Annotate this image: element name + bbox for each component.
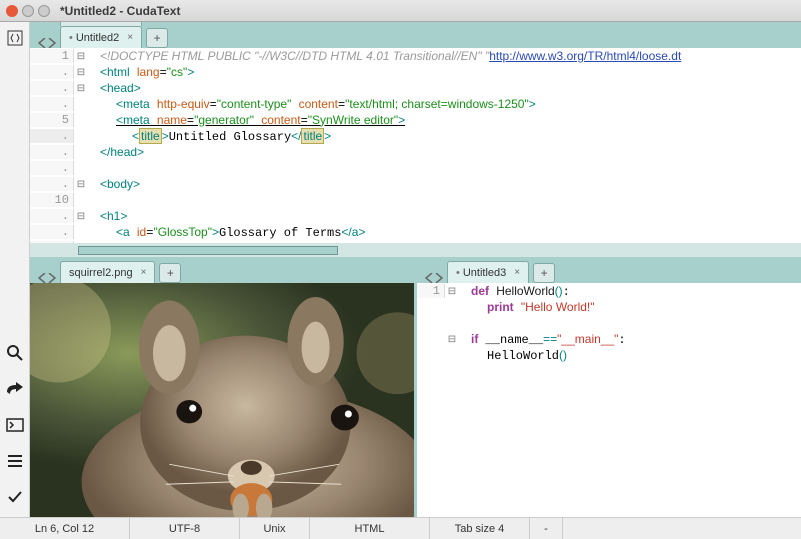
code-line[interactable]: . (30, 160, 801, 176)
tab-label: Untitled2 (76, 32, 119, 44)
fold-toggle[interactable]: ⊟ (445, 286, 459, 297)
tab-close-icon[interactable]: × (127, 32, 133, 43)
tabbar-top: Untitled1×Untitled2× + (30, 22, 801, 48)
line-number: . (30, 129, 74, 143)
chevron-right-icon (48, 273, 56, 283)
line-number: 10 (30, 193, 74, 207)
code-text: if __name__=="__main__": (467, 332, 801, 347)
titlebar: *Untitled2 - CudaText (0, 0, 801, 22)
code-text: print "Hello World!" (467, 300, 801, 315)
code-text: <head> (96, 81, 801, 96)
code-text: <a id="GlossTop">Glossary of Terms</a> (96, 225, 801, 240)
tab-nav-top[interactable] (34, 38, 60, 48)
code-line[interactable]: HelloWorld() (417, 347, 801, 363)
status-lexer[interactable]: HTML (310, 518, 430, 539)
chevron-left-icon (38, 38, 46, 48)
fold-toggle[interactable]: ⊟ (445, 334, 459, 345)
code-line[interactable]: 1⊟ <!DOCTYPE HTML PUBLIC "-//W3C//DTD HTM… (30, 48, 801, 64)
fold-toggle[interactable]: ⊟ (74, 51, 88, 62)
line-number: . (30, 225, 74, 239)
check-icon[interactable] (5, 487, 25, 507)
fold-toggle[interactable]: ⊟ (74, 211, 88, 222)
fold-toggle[interactable]: ⊟ (74, 179, 88, 190)
statusbar: Ln 6, Col 12 UTF-8 Unix HTML Tab size 4 … (0, 517, 801, 539)
chevron-left-icon (425, 273, 433, 283)
chevron-right-icon (48, 38, 56, 48)
code-text: </head> (96, 145, 801, 160)
tab-nav-bl[interactable] (34, 273, 60, 283)
status-eol[interactable]: Unix (240, 518, 310, 539)
window-close-button[interactable] (6, 5, 18, 17)
console-icon[interactable] (5, 415, 25, 435)
code-tree-icon[interactable] (5, 28, 25, 48)
line-number: 1 (417, 284, 445, 298)
tabbar-bl: squirrel2.png × + (30, 257, 414, 283)
editor-bottom-right[interactable]: 1⊟def HelloWorld():print "Hello World!"⊟… (417, 283, 801, 517)
image-viewer[interactable] (30, 283, 414, 517)
code-line[interactable]: print "Hello World!" (417, 299, 801, 315)
tabbar-br: Untitled3 × + (417, 257, 801, 283)
line-number: . (30, 81, 74, 95)
line-number: . (30, 97, 74, 111)
search-icon[interactable] (5, 343, 25, 363)
code-line[interactable]: . <a id="GlossTop">Glossary of Terms</a> (30, 224, 801, 240)
chevron-left-icon (38, 273, 46, 283)
code-text: <!DOCTYPE HTML PUBLIC "-//W3C//DTD HTML … (96, 49, 801, 64)
chevron-right-icon (435, 273, 443, 283)
window-minimize-button[interactable] (22, 5, 34, 17)
status-readonly[interactable]: - (530, 518, 563, 539)
sidebar (0, 22, 30, 517)
tab-nav-br[interactable] (421, 273, 447, 283)
goto-icon[interactable] (5, 379, 25, 399)
editor-top[interactable]: 1⊟<!DOCTYPE HTML PUBLIC "-//W3C//DTD HTM… (30, 48, 801, 243)
code-text: def HelloWorld(): (467, 284, 801, 299)
new-tab-button-bl[interactable]: + (159, 263, 181, 283)
window-maximize-button[interactable] (38, 5, 50, 17)
code-line[interactable]: . </head> (30, 144, 801, 160)
tab-close-icon[interactable]: × (514, 267, 520, 278)
br-tab-0[interactable]: Untitled3 × (447, 261, 529, 283)
status-encoding[interactable]: UTF-8 (130, 518, 240, 539)
line-number: 1 (30, 49, 74, 63)
status-position[interactable]: Ln 6, Col 12 (0, 518, 130, 539)
line-number: . (30, 209, 74, 223)
line-number: . (30, 65, 74, 79)
code-line[interactable]: ⊟ if __name__=="__main__": (417, 331, 801, 347)
code-line[interactable]: .⊟ <h1> (30, 208, 801, 224)
code-line[interactable]: . <title>Untitled Glossary</title> (30, 128, 801, 144)
hscrollbar-top[interactable] (30, 243, 801, 257)
bl-tab-0[interactable]: squirrel2.png × (60, 261, 155, 283)
window-title: *Untitled2 - CudaText (60, 4, 180, 18)
new-tab-button-br[interactable]: + (533, 263, 555, 283)
fold-toggle[interactable]: ⊟ (74, 67, 88, 78)
code-text: <body> (96, 177, 801, 192)
code-text: <html lang="cs"> (96, 65, 801, 80)
top-tab-1[interactable]: Untitled2 × (60, 26, 142, 48)
code-text: <meta name="generator" content="SynWrite… (96, 113, 801, 128)
code-line[interactable]: .⊟ <head> (30, 80, 801, 96)
status-tabsize[interactable]: Tab size 4 (430, 518, 530, 539)
code-line[interactable]: 1⊟ def HelloWorld(): (417, 283, 801, 299)
code-text: <title>Untitled Glossary</title> (96, 129, 801, 144)
code-line[interactable]: .⊟ <body> (30, 176, 801, 192)
code-line[interactable]: . <meta http-equiv="content-type" content… (30, 96, 801, 112)
tab-label: Untitled3 (463, 267, 506, 279)
menu-icon[interactable] (5, 451, 25, 471)
code-line[interactable]: .⊟ <html lang="cs"> (30, 64, 801, 80)
code-line[interactable] (417, 315, 801, 331)
tab-label: squirrel2.png (69, 267, 133, 279)
line-number: . (30, 145, 74, 159)
code-text: HelloWorld() (467, 348, 801, 363)
code-text: <h1> (96, 209, 801, 224)
tab-close-icon[interactable]: × (141, 267, 147, 278)
line-number: 5 (30, 113, 74, 127)
new-tab-button-top[interactable]: + (146, 28, 168, 48)
code-text: <meta http-equiv="content-type" content=… (96, 97, 801, 112)
code-line[interactable]: 5 <meta name="generator" content="SynWrit… (30, 112, 801, 128)
line-number: . (30, 161, 74, 175)
code-line[interactable]: 10 (30, 192, 801, 208)
line-number: . (30, 177, 74, 191)
fold-toggle[interactable]: ⊟ (74, 83, 88, 94)
